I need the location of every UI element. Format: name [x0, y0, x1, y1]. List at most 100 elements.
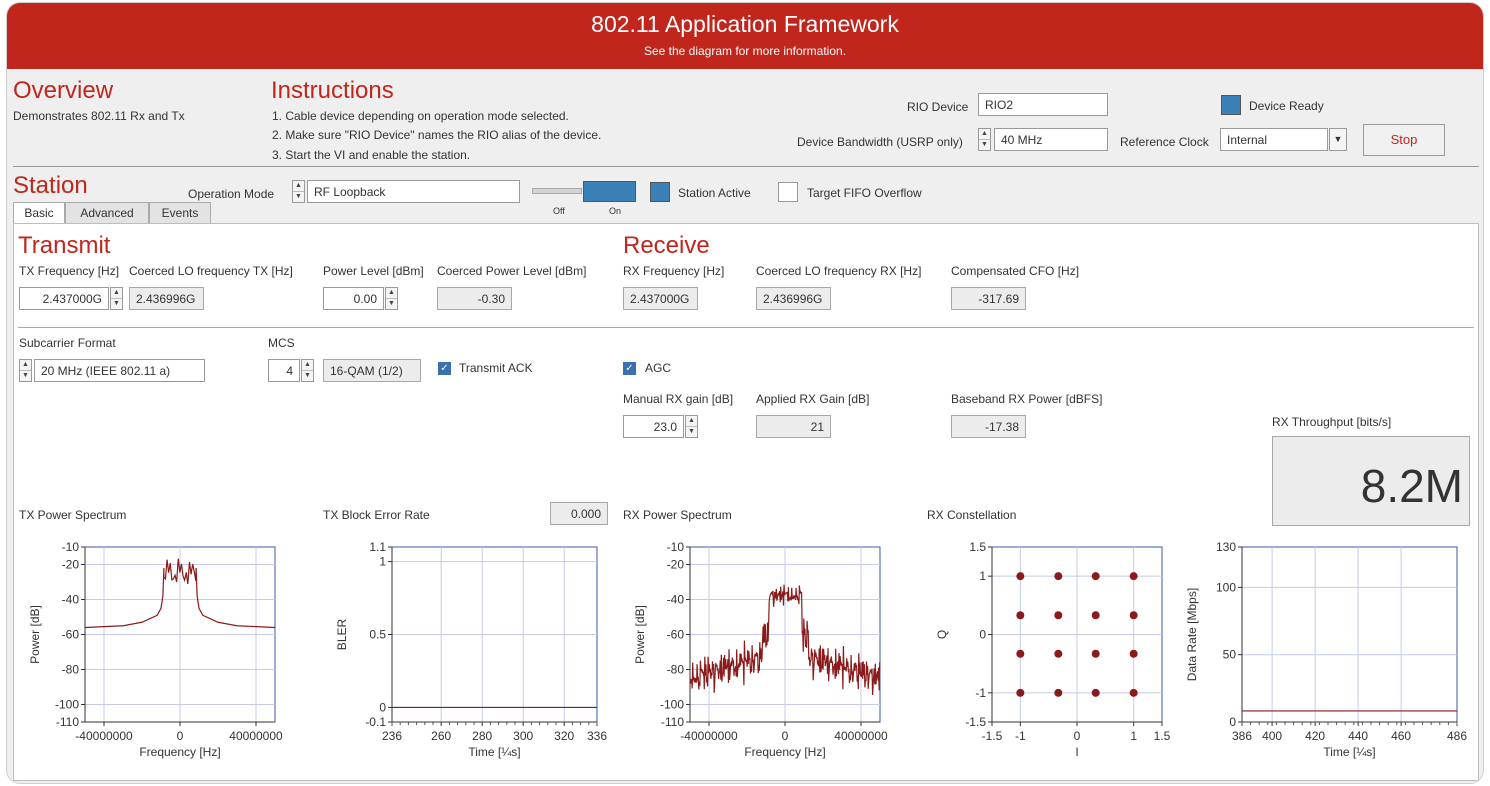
rio-device-label: RIO Device: [907, 100, 969, 114]
x-tick-label: 1: [1130, 729, 1137, 743]
data-point: [1016, 572, 1025, 581]
manual-gain-input[interactable]: 23.0: [623, 415, 684, 438]
enable-switch-track[interactable]: [532, 188, 582, 194]
x-tick-label: 0: [782, 729, 789, 743]
y-tick-label: -40: [62, 593, 80, 607]
y-tick-label: -20: [667, 558, 685, 572]
station-active-led: [650, 182, 670, 202]
baseband-power-label: Baseband RX Power [dBFS]: [951, 392, 1103, 406]
x-tick-label: -1.5: [982, 729, 1003, 743]
mcs-stepper[interactable]: ▲ ▼: [301, 359, 314, 382]
opmode-label: Operation Mode: [188, 187, 275, 201]
station-active-label: Station Active: [678, 186, 751, 200]
y-tick-label: -40: [667, 593, 685, 607]
x-tick-label: -1: [1015, 729, 1026, 743]
power-level-input[interactable]: 0.00: [323, 287, 384, 310]
plot-area: [1241, 546, 1458, 723]
bandwidth-select[interactable]: 40 MHz: [994, 128, 1108, 151]
tx-frequency-stepper[interactable]: ▲ ▼: [110, 287, 123, 310]
data-point: [1129, 611, 1138, 620]
overview-text: Demonstrates 802.11 Rx and Tx: [13, 109, 185, 123]
coerced-power-value: -0.30: [437, 287, 512, 310]
x-tick-label: 400: [1262, 729, 1282, 743]
y-tick-label: 1: [379, 555, 386, 569]
divider: [13, 166, 1479, 167]
tab-events[interactable]: Events: [149, 202, 211, 224]
y-tick-label: 0: [979, 628, 986, 642]
x-tick-label: 440: [1348, 729, 1368, 743]
coerced-power-label: Coerced Power Level [dBm]: [437, 264, 587, 278]
refclock-select[interactable]: Internal: [1220, 128, 1328, 151]
x-tick-label: 420: [1305, 729, 1325, 743]
cfo-label: Compensated CFO [Hz]: [951, 264, 1080, 278]
data-point: [1016, 649, 1025, 658]
tab-advanced[interactable]: Advanced: [65, 202, 149, 224]
x-tick-label: 0: [1074, 729, 1081, 743]
x-axis-label: Frequency [Hz]: [744, 745, 825, 759]
divider: [18, 327, 1474, 328]
data-point: [1054, 611, 1063, 620]
mcs-description: 16-QAM (1/2): [323, 359, 421, 382]
transmit-title: Transmit: [18, 232, 111, 259]
bandwidth-label: Device Bandwidth (USRP only): [797, 135, 963, 149]
subcarrier-select[interactable]: 20 MHz (IEEE 802.11 a): [34, 359, 205, 382]
stop-button[interactable]: Stop: [1363, 124, 1445, 156]
data-point: [1016, 611, 1025, 620]
tab-basic[interactable]: Basic: [13, 202, 65, 225]
y-tick-label: -10: [667, 540, 685, 554]
y-tick-label: 130: [1216, 540, 1236, 554]
coerced-lo-rx-label: Coerced LO frequency RX [Hz]: [756, 264, 922, 278]
throughput-label: RX Throughput [bits/s]: [1272, 415, 1392, 429]
instruction-step: 1. Cable device depending on operation m…: [272, 109, 569, 123]
transmit-ack-checkbox[interactable]: ✓: [438, 362, 451, 375]
tx-frequency-label: TX Frequency [Hz]: [19, 264, 120, 278]
x-tick-label: 40000000: [229, 729, 283, 743]
y-tick-label: -1.5: [965, 715, 986, 729]
bandwidth-stepper[interactable]: ▲ ▼: [978, 128, 991, 151]
mcs-input[interactable]: 4: [268, 359, 300, 382]
x-tick-label: 320: [554, 729, 574, 743]
y-axis-label: Q: [935, 630, 949, 639]
y-tick-label: -80: [62, 663, 80, 677]
y-tick-label: 1: [979, 569, 986, 583]
station-title: Station: [13, 172, 88, 199]
data-point: [1091, 611, 1100, 620]
power-level-stepper[interactable]: ▲ ▼: [385, 287, 398, 310]
throughput-value: 8.2M: [1272, 436, 1470, 526]
x-tick-label: 386: [1232, 729, 1252, 743]
opmode-stepper[interactable]: ▲ ▼: [292, 180, 305, 203]
baseband-power-value: -17.38: [951, 415, 1026, 438]
y-tick-label: 100: [1216, 580, 1236, 594]
fifo-overflow-led: [778, 182, 798, 202]
device-ready-led: [1221, 95, 1241, 115]
tx-frequency-input[interactable]: 2.437000G: [19, 287, 109, 310]
y-tick-label: -110: [56, 715, 79, 729]
tx-bler-chart: 1.11 0.5 0-0.1236 260 280 300 320 336 Time [¼s] B…: [335, 540, 607, 759]
fifo-overflow-label: Target FIFO Overflow: [807, 186, 922, 200]
manual-gain-stepper[interactable]: ▲ ▼: [685, 415, 698, 438]
y-axis-label: Data Rate [Mbps]: [1185, 588, 1199, 681]
agc-label: AGC: [645, 361, 672, 375]
rx-constellation-title: RX Constellation: [927, 508, 1017, 522]
chevron-down-icon[interactable]: ▼: [1329, 128, 1347, 151]
y-tick-label: -10: [62, 540, 80, 554]
subcarrier-stepper[interactable]: ▲ ▼: [19, 359, 32, 382]
opmode-select[interactable]: RF Loopback: [307, 180, 520, 203]
rx-power-spectrum-chart: -10 -20 -40 -60 -80 -100 -110-40000000 0 4000000…: [633, 540, 888, 759]
enable-switch-thumb[interactable]: [583, 181, 636, 202]
tx-bler-title: TX Block Error Rate: [323, 508, 430, 522]
data-point: [1091, 572, 1100, 581]
subcarrier-label: Subcarrier Format: [19, 336, 116, 350]
instruction-step: 3. Start the VI and enable the station.: [272, 148, 471, 162]
x-tick-label: 280: [472, 729, 492, 743]
data-point: [1091, 688, 1100, 697]
coerced-lo-tx-value: 2.436996G: [129, 287, 204, 310]
y-tick-label: -60: [62, 628, 80, 642]
y-tick-label: 0.5: [369, 628, 386, 642]
data-point: [1054, 688, 1063, 697]
transmit-ack-label: Transmit ACK: [459, 361, 533, 375]
agc-checkbox[interactable]: ✓: [623, 362, 636, 375]
rio-device-input[interactable]: RIO2: [978, 93, 1108, 116]
y-tick-label: 0: [1229, 715, 1236, 729]
receive-title: Receive: [623, 232, 710, 259]
